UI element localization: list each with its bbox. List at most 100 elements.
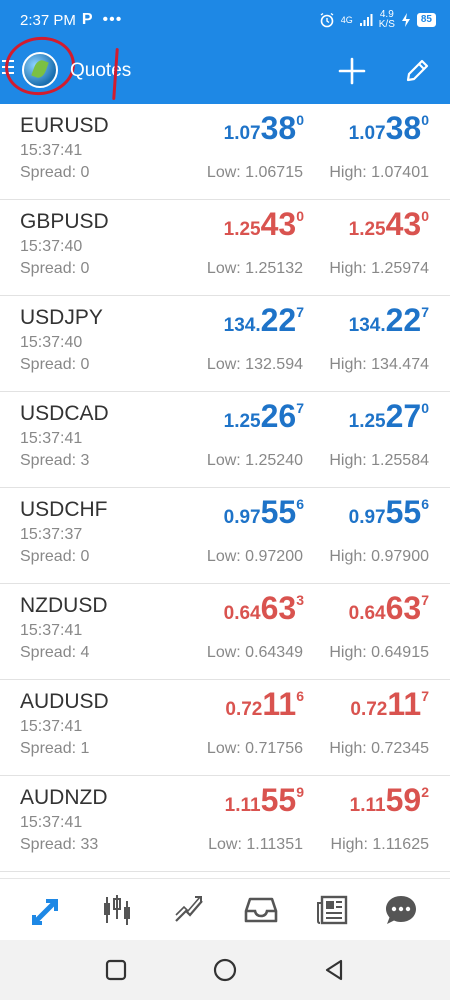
bid-price-fraction: 9 (296, 784, 304, 800)
high-value: High: 1.11625 (330, 836, 429, 853)
chat-icon[interactable] (384, 893, 418, 927)
low-value: Low: 0.71756 (206, 740, 303, 757)
bid-price-fraction: 0 (296, 112, 304, 128)
ask-price-pips: 59 (385, 782, 422, 818)
quote-row[interactable]: AUDUSD 15:37:41 Spread: 1 0.72116 0.7211… (0, 680, 450, 776)
quote-time: 15:37:37 (20, 526, 83, 543)
quote-row[interactable]: EURUSD 15:37:41 Spread: 0 1.07380 1.0738… (0, 104, 450, 200)
symbol-name: EURUSD (20, 114, 109, 137)
bid-price-fraction: 6 (296, 688, 304, 704)
low-value: Low: 132.594 (206, 356, 303, 373)
bid-price-prefix: 0.72 (225, 699, 263, 720)
bid-price-fraction: 3 (296, 592, 304, 608)
quote-row[interactable]: GBPUSD 15:37:40 Spread: 0 1.25430 1.2543… (0, 200, 450, 296)
ask-price-pips: 22 (385, 302, 422, 338)
bid-price-pips: 22 (260, 302, 297, 338)
status-bar: 2:37 PM P ••• 4G 4.9 K/S 85 (0, 0, 450, 40)
high-value: High: 1.07401 (329, 164, 429, 181)
bid-price: 134.227 (224, 302, 304, 342)
battery-indicator: 85 (416, 13, 436, 27)
bid-price-pips: 26 (260, 398, 297, 434)
ask-price-fraction: 2 (421, 784, 429, 800)
low-value: Low: 0.97200 (206, 548, 303, 565)
square-icon[interactable] (104, 958, 128, 982)
inbox-icon[interactable] (244, 893, 278, 927)
quotes-arrows-icon[interactable] (30, 893, 64, 927)
quote-row[interactable]: USDCHF 15:37:37 Spread: 0 0.97556 0.9755… (0, 488, 450, 584)
symbol-name: USDCAD (20, 402, 109, 425)
low-value: Low: 0.64349 (206, 644, 303, 661)
p-notification-icon: P (81, 11, 93, 28)
quote-time: 15:37:41 (20, 718, 83, 735)
bid-price: 0.97556 (224, 494, 304, 534)
ask-price: 0.64637 (349, 590, 429, 630)
ask-price-prefix: 0.72 (350, 699, 388, 720)
quote-time: 15:37:40 (20, 334, 83, 351)
quote-time: 15:37:41 (20, 430, 83, 447)
bid-price-pips: 38 (260, 110, 297, 146)
trade-chart-icon[interactable] (172, 893, 206, 927)
low-value: Low: 1.25132 (206, 260, 303, 277)
more-notifications-icon: ••• (102, 11, 123, 28)
quote-time: 15:37:41 (20, 142, 83, 159)
spread-value: Spread: 4 (20, 644, 90, 661)
bid-price-prefix: 1.25 (223, 219, 261, 240)
bid-price-pips: 11 (262, 686, 297, 722)
circle-icon[interactable] (213, 958, 237, 982)
bid-price-prefix: 1.07 (223, 123, 261, 144)
network-speed: 4.9 K/S (378, 9, 395, 30)
app-bar: Quotes (0, 32, 450, 104)
ask-price-fraction: 7 (421, 592, 429, 608)
triangle-back-icon[interactable] (322, 958, 346, 982)
edit-pencil-icon[interactable] (402, 56, 432, 86)
alarm-icon (320, 12, 334, 28)
charging-icon (401, 13, 410, 27)
ask-price-prefix: 0.97 (348, 507, 386, 528)
page-title: Quotes (70, 60, 132, 81)
low-value: Low: 1.06715 (206, 164, 303, 181)
quote-row[interactable]: USDJPY 15:37:40 Spread: 0 134.227 134.22… (0, 296, 450, 392)
ask-price-fraction: 0 (421, 208, 429, 224)
ask-price-pips: 27 (385, 398, 422, 434)
bid-price: 1.11559 (225, 782, 304, 822)
bid-price: 0.72116 (225, 686, 304, 726)
ask-price: 1.25270 (349, 398, 429, 438)
quote-row[interactable]: AUDNZD 15:37:41 Spread: 33 1.11559 1.115… (0, 776, 450, 872)
quote-row[interactable]: USDCAD 15:37:41 Spread: 3 1.25267 1.2527… (0, 392, 450, 488)
high-value: High: 134.474 (329, 356, 429, 373)
add-symbol-button[interactable] (337, 56, 367, 86)
ask-price-pips: 63 (385, 590, 422, 626)
system-nav-bar (0, 940, 450, 1000)
ask-price-fraction: 7 (421, 688, 429, 704)
high-value: High: 0.64915 (329, 644, 429, 661)
high-value: High: 1.25584 (329, 452, 429, 469)
ask-price-pips: 43 (385, 206, 422, 242)
bid-price: 1.25430 (224, 206, 304, 246)
ask-price-pips: 55 (385, 494, 422, 530)
bid-price-fraction: 0 (296, 208, 304, 224)
ask-price: 1.07380 (349, 110, 429, 150)
spread-value: Spread: 0 (20, 260, 90, 277)
candlestick-chart-icon[interactable] (100, 893, 134, 927)
bid-price-pips: 55 (260, 782, 297, 818)
bid-price-prefix: 1.11 (224, 795, 261, 816)
ask-price-fraction: 0 (421, 400, 429, 416)
ask-price-fraction: 6 (421, 496, 429, 512)
ask-price-fraction: 0 (421, 112, 429, 128)
spread-value: Spread: 33 (20, 836, 99, 853)
news-icon[interactable] (316, 893, 350, 927)
bid-price: 1.07380 (224, 110, 304, 150)
high-value: High: 0.97900 (329, 548, 429, 565)
symbol-name: GBPUSD (20, 210, 109, 233)
symbol-name: USDCHF (20, 498, 108, 521)
annotation-circle (1, 32, 79, 100)
ask-price: 1.11592 (350, 782, 429, 822)
ask-price-prefix: 0.64 (348, 603, 386, 624)
bid-price-prefix: 134. (223, 315, 261, 336)
bid-price-fraction: 7 (296, 400, 304, 416)
status-time: 2:37 PM (20, 11, 76, 29)
low-value: Low: 1.25240 (206, 452, 303, 469)
quote-row[interactable]: NZDUSD 15:37:41 Spread: 4 0.64633 0.6463… (0, 584, 450, 680)
ask-price-prefix: 1.25 (348, 219, 386, 240)
symbol-name: AUDNZD (20, 786, 108, 809)
